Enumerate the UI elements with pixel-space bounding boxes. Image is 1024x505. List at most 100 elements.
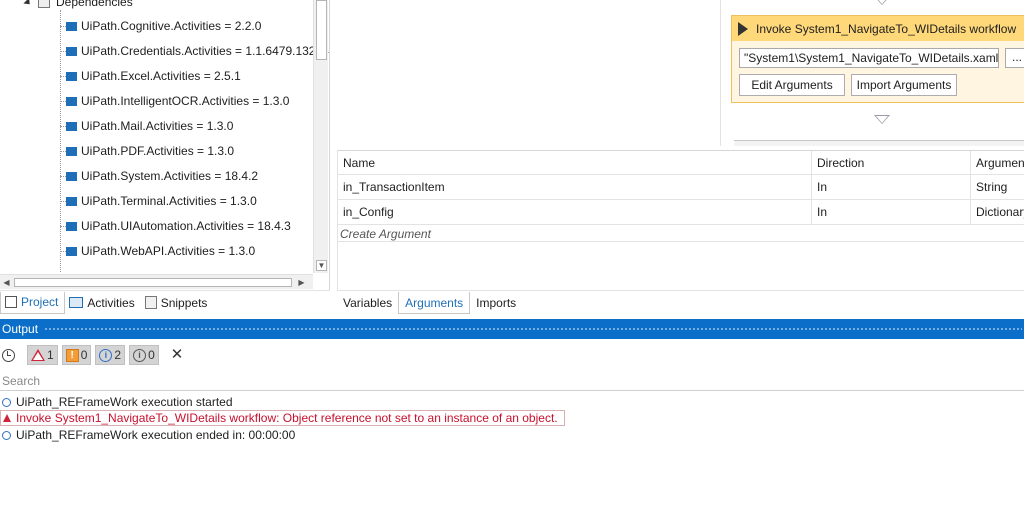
error-icon [31, 349, 45, 361]
workflow-designer-canvas[interactable]: Invoke System1_NavigateTo_WIDetails work… [331, 0, 1024, 150]
column-header-type[interactable]: Argument type [971, 151, 1024, 174]
tab-label: Snippets [160, 295, 208, 310]
left-panel-tabs: Project Activities Snippets [0, 290, 330, 314]
info-filter-button[interactable]: i 2 [95, 345, 126, 365]
designer-bottom-tabs: Variables Arguments Imports [337, 290, 1024, 314]
tree-item-dependency[interactable]: UiPath.Mail.Activities = 1.3.0 [60, 117, 233, 135]
scroll-down-arrow-icon[interactable]: ▼ [316, 260, 327, 271]
import-arguments-button[interactable]: Import Arguments [851, 74, 957, 96]
log-entry[interactable]: UiPath_REFrameWork execution started [2, 394, 233, 410]
argument-type-cell[interactable]: Dictionary [971, 200, 1024, 224]
browse-button[interactable]: ... [1005, 48, 1024, 68]
activity-header[interactable]: Invoke System1_NavigateTo_WIDetails work… [732, 16, 1024, 41]
project-icon [5, 296, 17, 308]
tab-activities[interactable]: Activities [65, 292, 140, 314]
tree-item-dependency[interactable]: UiPath.IntelligentOCR.Activities = 1.3.0 [60, 92, 289, 110]
tab-label: Activities [87, 295, 135, 310]
snippets-icon [144, 296, 157, 309]
error-icon [3, 414, 11, 422]
log-entry[interactable]: UiPath_REFrameWork execution ended in: 0… [2, 427, 295, 443]
tree-item-dependency[interactable]: UiPath.UIAutomation.Activities = 18.4.3 [60, 217, 291, 235]
scroll-right-arrow-icon[interactable]: ▶ [296, 277, 307, 288]
clear-output-icon[interactable]: ✕ [171, 347, 184, 362]
workflow-path-field[interactable]: "System1\System1_NavigateTo_WIDetails.xa… [739, 48, 999, 68]
dependency-label: UiPath.IntelligentOCR.Activities = 1.3.0 [81, 94, 290, 108]
dependency-label: UiPath.Mail.Activities = 1.3.0 [81, 119, 234, 133]
flow-arrow-icon [874, 0, 890, 5]
argument-name-cell[interactable]: in_Config [338, 200, 812, 224]
warnings-count: 0 [80, 348, 88, 362]
tree-item-dependency[interactable]: UiPath.Cognitive.Activities = 2.2.0 [60, 17, 261, 35]
grid-divider [338, 241, 1024, 242]
edit-arguments-button[interactable]: Edit Arguments [739, 74, 845, 96]
dependency-label: UiPath.UIAutomation.Activities = 18.4.3 [81, 219, 291, 233]
scroll-left-arrow-icon[interactable]: ◀ [1, 277, 12, 288]
output-title: Output [2, 322, 39, 336]
package-icon [66, 196, 77, 206]
argument-type-cell[interactable]: String [971, 175, 1024, 199]
dependency-label: UiPath.Credentials.Activities = 1.1.6479… [81, 44, 329, 58]
log-text: Invoke System1_NavigateTo_WIDetails work… [16, 411, 558, 425]
package-icon [66, 46, 77, 56]
timestamp-toggle-icon[interactable] [2, 348, 15, 362]
column-header-name[interactable]: Name [338, 151, 812, 174]
tree-item-dependency[interactable]: UiPath.WebAPI.Activities = 1.3.0 [60, 242, 255, 260]
trace-icon: i [133, 348, 147, 362]
tab-imports[interactable]: Imports [470, 292, 522, 314]
output-panel-header[interactable]: Output [0, 319, 1024, 339]
tab-variables[interactable]: Variables [337, 292, 398, 314]
scroll-thumb[interactable] [316, 0, 327, 60]
expand-arrow-icon[interactable] [23, 0, 33, 7]
arguments-grid-header: Name Direction Argument type [338, 151, 1024, 175]
tab-label: Project [21, 295, 59, 309]
tree-vertical-scrollbar[interactable]: ▼ [313, 0, 328, 273]
arguments-panel: Name Direction Argument type in_Transact… [337, 150, 1024, 290]
package-icon [66, 121, 77, 131]
tab-project[interactable]: Project [0, 291, 66, 314]
warnings-filter-button[interactable]: ! 0 [61, 345, 92, 365]
invoke-workflow-activity[interactable]: Invoke System1_NavigateTo_WIDetails work… [731, 15, 1024, 103]
create-argument-link[interactable]: Create Argument [340, 227, 431, 241]
dependency-label: UiPath.PDF.Activities = 1.3.0 [81, 144, 235, 158]
tree-horizontal-scrollbar[interactable]: ◀ ▶ [0, 274, 313, 289]
output-toolbar: 1 ! 0 i 2 i 0 ✕ [0, 342, 1024, 368]
package-icon [66, 221, 77, 231]
info-icon [2, 397, 11, 407]
tree-item-dependency[interactable]: UiPath.Terminal.Activities = 1.3.0 [60, 192, 257, 210]
tree-item-dependency[interactable]: UiPath.Credentials.Activities = 1.1.6479… [60, 42, 329, 60]
trace-filter-button[interactable]: i 0 [129, 345, 159, 365]
tab-snippets[interactable]: Snippets [141, 292, 214, 314]
flow-arrow-icon [874, 115, 890, 124]
package-icon [66, 171, 77, 181]
errors-filter-button[interactable]: 1 [27, 345, 58, 365]
table-row[interactable]: in_Config In Dictionary [338, 200, 1024, 225]
log-entry-error[interactable]: Invoke System1_NavigateTo_WIDetails work… [0, 410, 565, 426]
argument-name-cell[interactable]: in_TransactionItem [338, 175, 812, 199]
trace-count: 0 [148, 348, 155, 362]
invoke-workflow-icon [738, 21, 748, 36]
activity-title: Invoke System1_NavigateTo_WIDetails work… [756, 21, 1017, 36]
info-icon: i [99, 348, 113, 362]
dependencies-icon [38, 0, 50, 8]
errors-count: 1 [47, 348, 54, 362]
warning-icon: ! [65, 348, 79, 362]
package-icon [66, 96, 77, 106]
scroll-thumb[interactable] [14, 278, 292, 287]
table-row[interactable]: in_TransactionItem In String [338, 175, 1024, 200]
tab-arguments[interactable]: Arguments [398, 291, 471, 314]
tree-node-dependencies[interactable]: Dependencies [23, 0, 133, 10]
argument-direction-cell[interactable]: In [812, 175, 971, 199]
next-activity-edge[interactable] [734, 140, 1024, 146]
tree-item-dependency[interactable]: UiPath.Excel.Activities = 2.5.1 [60, 67, 241, 85]
dependency-label: UiPath.Excel.Activities = 2.5.1 [81, 69, 241, 83]
info-count: 2 [114, 348, 122, 362]
argument-direction-cell[interactable]: In [812, 200, 971, 224]
drag-grip[interactable] [44, 326, 1022, 332]
dependency-label: UiPath.System.Activities = 18.4.2 [81, 169, 259, 183]
tree-item-dependency[interactable]: UiPath.PDF.Activities = 1.3.0 [60, 142, 234, 160]
column-header-direction[interactable]: Direction [812, 151, 971, 174]
dependency-label: UiPath.WebAPI.Activities = 1.3.0 [81, 244, 256, 258]
output-search-input[interactable]: Search [0, 372, 1024, 391]
tree-item-dependency[interactable]: UiPath.System.Activities = 18.4.2 [60, 167, 258, 185]
tree-node-label: Dependencies [56, 0, 133, 9]
